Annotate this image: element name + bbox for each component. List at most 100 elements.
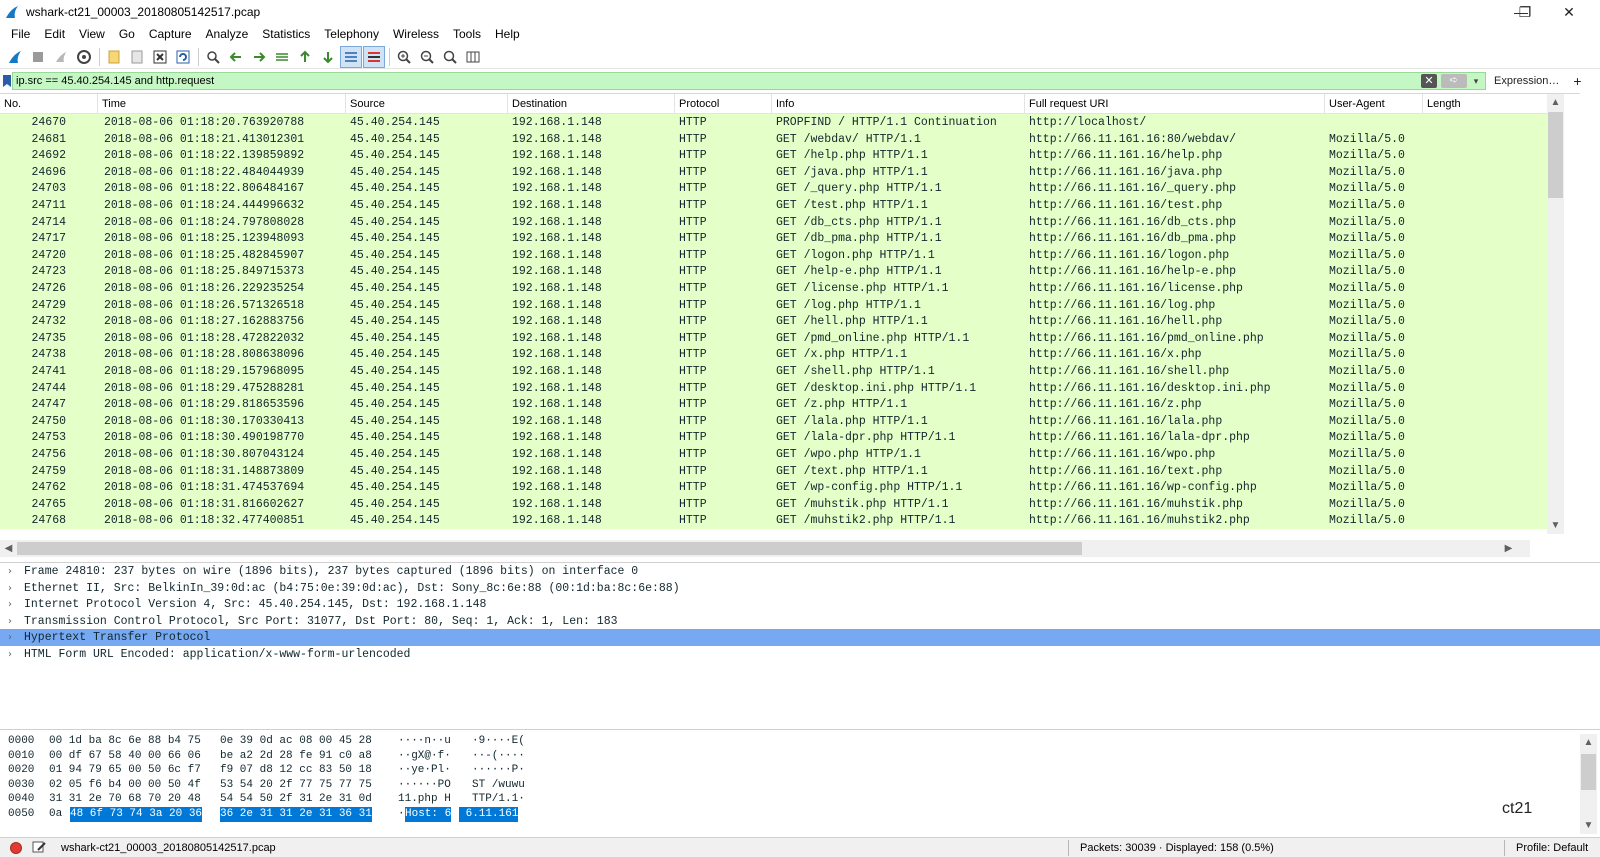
expand-chevron-icon[interactable]: › (8, 563, 12, 580)
packet-row[interactable]: 24670 2018-08-06 01:18:20.763920788 45.40.… (0, 114, 1547, 131)
packet-list-vertical-scrollbar[interactable]: ▲ ▼ (1547, 94, 1564, 534)
column-header-no[interactable]: No. (0, 94, 98, 114)
menu-statistics[interactable]: Statistics (255, 24, 317, 44)
auto-scroll-icon[interactable] (340, 45, 362, 68)
go-back-icon[interactable] (225, 46, 247, 68)
packet-row[interactable]: 24696 2018-08-06 01:18:22.484044939 45.40.… (0, 163, 1547, 181)
packet-row[interactable]: 24720 2018-08-06 01:18:25.482845907 45.40.… (0, 246, 1547, 264)
packet-row[interactable]: 24717 2018-08-06 01:18:25.123948093 45.40.… (0, 230, 1547, 248)
packet-row[interactable]: 24711 2018-08-06 01:18:24.444996632 45.40.… (0, 197, 1547, 214)
packet-row[interactable]: 24735 2018-08-06 01:18:28.472822032 45.40.… (0, 329, 1547, 347)
expand-chevron-icon[interactable]: › (8, 629, 12, 646)
expand-chevron-icon[interactable]: › (8, 580, 12, 597)
packet-row[interactable]: 24753 2018-08-06 01:18:30.490198770 45.40.… (0, 429, 1547, 447)
column-header-protocol[interactable]: Protocol (675, 94, 772, 114)
menu-go[interactable]: Go (112, 24, 142, 44)
packet-row[interactable]: 24759 2018-08-06 01:18:31.148873809 45.40.… (0, 462, 1547, 480)
packet-row[interactable]: 24765 2018-08-06 01:18:31.816602627 45.40.… (0, 495, 1547, 513)
zoom-in-icon[interactable] (393, 46, 415, 68)
hex-dump-row[interactable]: 0000 00 1d ba 8c 6e 88 b4 75 0e 39 0d ac 0… (0, 734, 1560, 749)
scrollbar-thumb[interactable] (1581, 754, 1596, 790)
zoom-out-icon[interactable] (416, 46, 438, 68)
scroll-left-icon[interactable]: ◀ (0, 540, 17, 557)
scroll-up-icon[interactable]: ▲ (1547, 94, 1564, 111)
hex-dump-row[interactable]: 0050 0a 48 6f 73 74 3a 20 36 36 2e 31 31 2… (0, 807, 1560, 822)
expand-chevron-icon[interactable]: › (8, 613, 12, 630)
packet-row[interactable]: 24750 2018-08-06 01:18:30.170330413 45.40.… (0, 412, 1547, 430)
capture-comment-icon[interactable] (32, 840, 46, 857)
shark-fin-start-icon[interactable] (4, 46, 26, 68)
column-header-time[interactable]: Time (98, 94, 346, 114)
maximize-button[interactable]: ❐ (1502, 0, 1548, 24)
menu-file[interactable]: File (4, 24, 37, 44)
capture-options-icon[interactable] (73, 46, 95, 68)
column-header-user-agent[interactable]: User-Agent (1325, 94, 1423, 114)
packet-row[interactable]: 24744 2018-08-06 01:18:29.475288281 45.40.… (0, 379, 1547, 397)
packet-row[interactable]: 24681 2018-08-06 01:18:21.413012301 45.40.… (0, 130, 1547, 148)
scroll-down-icon[interactable]: ▼ (1547, 517, 1564, 534)
display-filter-input[interactable]: ip.src == 45.40.254.145 and http.request… (12, 72, 1486, 90)
expert-info-indicator-icon[interactable] (10, 842, 22, 854)
packet-row[interactable]: 24692 2018-08-06 01:18:22.139859892 45.40.… (0, 147, 1547, 165)
scroll-right-icon[interactable]: ▶ (1500, 540, 1517, 557)
packet-row[interactable]: 24741 2018-08-06 01:18:29.157968095 45.40.… (0, 363, 1547, 380)
packet-row[interactable]: 24703 2018-08-06 01:18:22.806484167 45.40.… (0, 180, 1547, 198)
packet-row[interactable]: 24768 2018-08-06 01:18:32.477400851 45.40.… (0, 512, 1547, 530)
filter-bookmark-icon[interactable] (2, 72, 12, 90)
packet-list-horizontal-scrollbar[interactable]: ◀ ▶ (0, 540, 1530, 557)
hex-dump-row[interactable]: 0030 02 05 f6 b4 00 00 50 4f 53 54 20 2f 7… (0, 778, 1560, 793)
stop-capture-icon[interactable] (27, 46, 49, 68)
packet-row[interactable]: 24723 2018-08-06 01:18:25.849715373 45.40.… (0, 263, 1547, 281)
status-profile[interactable]: Profile: Default (1516, 838, 1588, 857)
detail-tree-row[interactable]: › Frame 24810: 237 bytes on wire (1896 bi… (0, 563, 1600, 580)
clear-filter-icon[interactable]: ✕ (1421, 74, 1437, 88)
restart-capture-icon[interactable] (50, 46, 72, 68)
save-file-icon[interactable] (126, 46, 148, 68)
packet-row[interactable]: 24726 2018-08-06 01:18:26.229235254 45.40.… (0, 280, 1547, 297)
filter-history-dropdown-icon[interactable]: ▾ (1469, 74, 1483, 88)
packet-row[interactable]: 24756 2018-08-06 01:18:30.807043124 45.40.… (0, 446, 1547, 463)
packet-row[interactable]: 24747 2018-08-06 01:18:29.818653596 45.40.… (0, 396, 1547, 414)
expression-button[interactable]: Expression… (1494, 75, 1559, 87)
hex-dump-row[interactable]: 0010 00 df 67 58 40 00 66 06 be a2 2d 28 f… (0, 749, 1560, 764)
go-last-icon[interactable] (317, 46, 339, 68)
open-file-icon[interactable] (103, 46, 125, 68)
menu-analyze[interactable]: Analyze (199, 24, 256, 44)
bytes-vertical-scrollbar[interactable]: ▲ ▼ (1580, 734, 1597, 834)
menu-help[interactable]: Help (488, 24, 527, 44)
go-forward-icon[interactable] (248, 46, 270, 68)
colorize-icon[interactable] (363, 45, 385, 68)
scrollbar-thumb[interactable] (17, 542, 1082, 555)
find-packet-icon[interactable] (202, 46, 224, 68)
close-window-button[interactable]: ✕ (1548, 0, 1590, 24)
column-header-source[interactable]: Source (346, 94, 508, 114)
go-first-icon[interactable] (294, 46, 316, 68)
column-header-length[interactable]: Length (1423, 94, 1547, 114)
packet-row[interactable]: 24732 2018-08-06 01:18:27.162883756 45.40.… (0, 313, 1547, 331)
detail-tree-row[interactable]: › HTML Form URL Encoded: application/x-ww… (0, 646, 1600, 663)
menu-edit[interactable]: Edit (37, 24, 72, 44)
scroll-up-icon[interactable]: ▲ (1580, 734, 1597, 751)
resize-columns-icon[interactable] (462, 46, 484, 68)
menu-view[interactable]: View (72, 24, 112, 44)
menu-wireless[interactable]: Wireless (386, 24, 446, 44)
add-filter-button[interactable]: + (1573, 73, 1581, 89)
scroll-down-icon[interactable]: ▼ (1580, 817, 1597, 834)
menu-capture[interactable]: Capture (142, 24, 199, 44)
detail-tree-row[interactable]: › Ethernet II, Src: BelkinIn_39:0d:ac (b4… (0, 580, 1600, 597)
packet-row[interactable]: 24762 2018-08-06 01:18:31.474537694 45.40.… (0, 479, 1547, 497)
packet-row[interactable]: 24729 2018-08-06 01:18:26.571326518 45.40.… (0, 296, 1547, 314)
hex-dump-row[interactable]: 0020 01 94 79 65 00 50 6c f7 f9 07 d8 12 c… (0, 763, 1560, 778)
expand-chevron-icon[interactable]: › (8, 646, 12, 663)
reload-file-icon[interactable] (172, 46, 194, 68)
column-header-info[interactable]: Info (772, 94, 1025, 114)
expand-chevron-icon[interactable]: › (8, 596, 12, 613)
detail-tree-row[interactable]: › Hypertext Transfer Protocol (0, 629, 1600, 646)
scrollbar-thumb[interactable] (1548, 112, 1563, 198)
packet-row[interactable]: 24738 2018-08-06 01:18:28.808638096 45.40.… (0, 346, 1547, 364)
apply-filter-icon[interactable]: ➪ (1441, 74, 1467, 88)
detail-tree-row[interactable]: › Transmission Control Protocol, Src Port… (0, 613, 1600, 630)
menu-tools[interactable]: Tools (446, 24, 488, 44)
close-file-icon[interactable] (149, 46, 171, 68)
go-to-packet-icon[interactable] (271, 46, 293, 68)
